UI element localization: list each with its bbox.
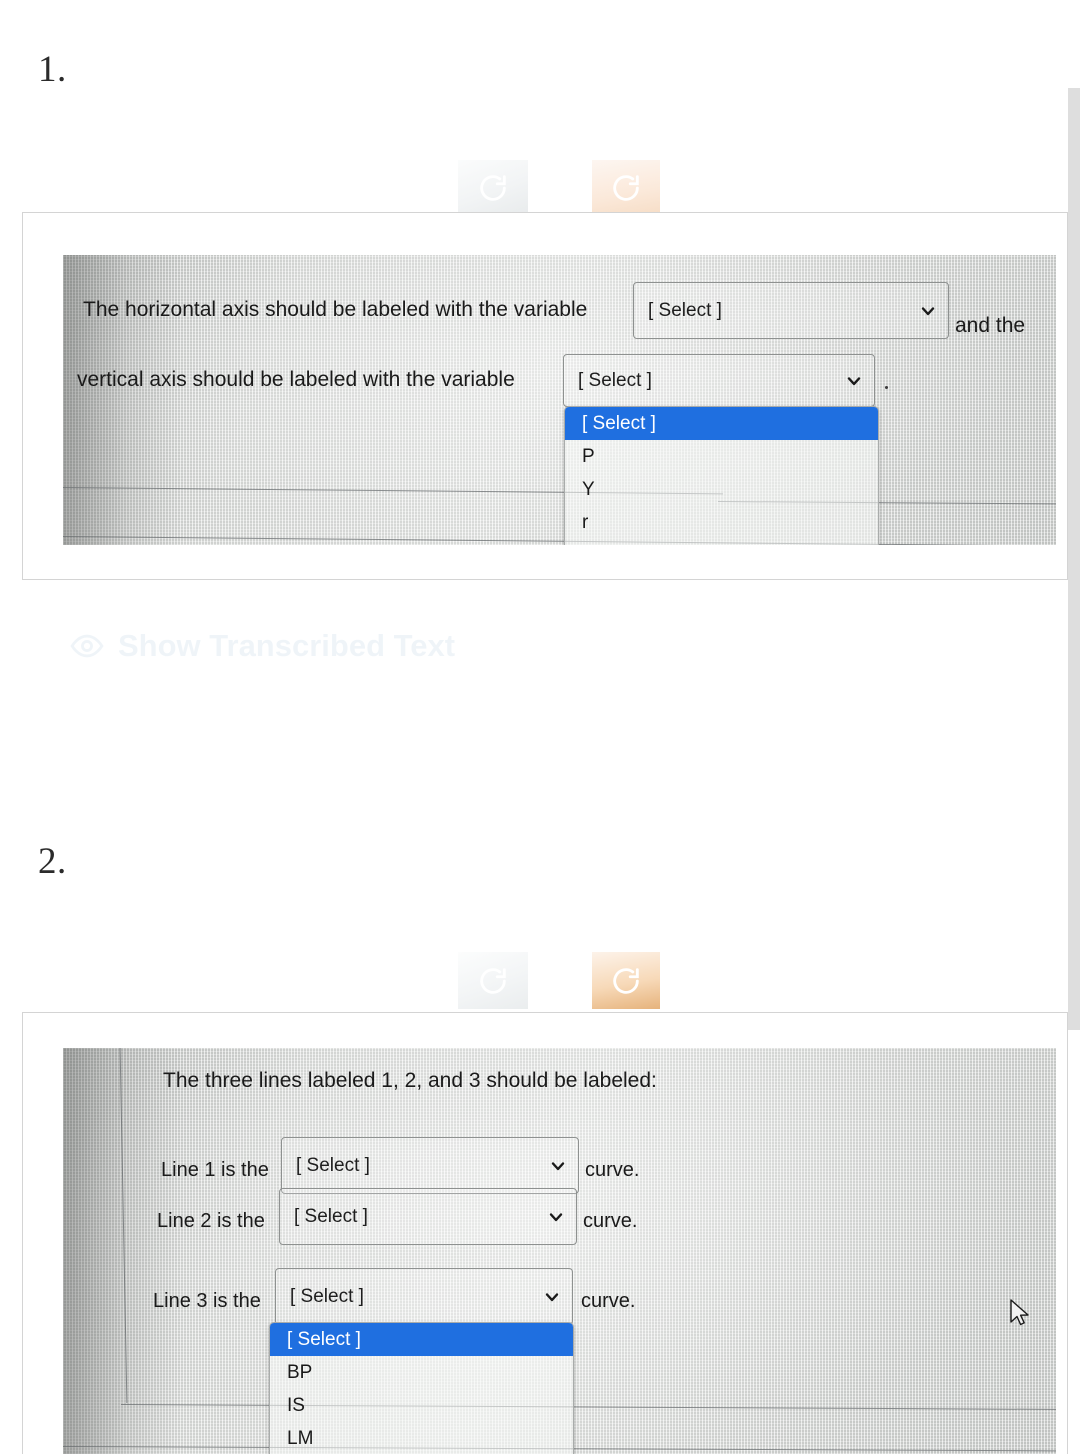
line-3-suffix: curve.: [581, 1290, 636, 1312]
option-item[interactable]: [ Select ]: [565, 407, 878, 440]
option-item[interactable]: BP: [270, 1356, 573, 1389]
spinner-icon: [609, 171, 643, 205]
spinner-icon: [476, 171, 510, 205]
question-1-number: 1.: [38, 49, 67, 90]
line-2-select[interactable]: [ Select ]: [279, 1188, 577, 1245]
option-item[interactable]: IS: [270, 1389, 573, 1422]
option-item[interactable]: P: [565, 440, 878, 473]
eye-icon: [70, 629, 104, 663]
and-the-connector-text: and the: [955, 314, 1026, 337]
question-1-photo: The horizontal axis should be labeled wi…: [63, 255, 1056, 545]
chevron-down-icon: [544, 1289, 560, 1305]
show-transcribed-text-label: Show Transcribed Text: [118, 628, 456, 663]
mouse-cursor-icon: [1008, 1298, 1032, 1330]
page-scrollbar[interactable]: [1068, 88, 1080, 1030]
chevron-down-icon: [920, 303, 936, 319]
vertical-axis-select-value: [ Select ]: [578, 369, 652, 391]
loading-spinner-tile-gray: [458, 952, 528, 1009]
question-frame-left-line: [119, 1048, 128, 1403]
chevron-down-icon: [846, 373, 862, 389]
horizontal-axis-select-value: [ Select ]: [648, 299, 722, 321]
loading-spinner-tile-orange: [592, 160, 660, 215]
question-2-number: 2.: [38, 841, 67, 882]
vertical-axis-select[interactable]: [ Select ]: [563, 354, 875, 407]
line-2-label: Line 2 is the: [157, 1210, 265, 1232]
question-2-heading: The three lines labeled 1, 2, and 3 shou…: [163, 1069, 657, 1092]
spinner-icon: [476, 964, 510, 998]
line-1-suffix: curve.: [585, 1159, 640, 1181]
line-3-option-list[interactable]: [ Select ] BP IS LM FE: [269, 1322, 574, 1454]
vertical-axis-option-list[interactable]: [ Select ] P Y r FX: [564, 406, 879, 545]
option-item[interactable]: Y: [565, 473, 878, 506]
sentence-period: [885, 386, 888, 389]
option-item[interactable]: LM: [270, 1422, 573, 1454]
line-1-select[interactable]: [ Select ]: [281, 1137, 579, 1194]
horizontal-axis-select[interactable]: [ Select ]: [633, 282, 949, 339]
line-2-select-value: [ Select ]: [294, 1205, 368, 1227]
loading-spinner-tile-orange: [592, 952, 660, 1009]
spinner-icon: [609, 964, 643, 998]
show-transcribed-text-button[interactable]: Show Transcribed Text: [70, 628, 455, 664]
line-3-label: Line 3 is the: [153, 1290, 261, 1312]
line-1-select-value: [ Select ]: [296, 1154, 370, 1176]
line-1-label: Line 1 is the: [161, 1159, 269, 1181]
line-3-select[interactable]: [ Select ]: [275, 1268, 573, 1325]
line-3-select-value: [ Select ]: [290, 1285, 364, 1307]
loading-spinner-tile-gray: [458, 160, 528, 215]
option-item[interactable]: r: [565, 506, 878, 539]
vertical-axis-prompt-text: vertical axis should be labeled with the…: [77, 368, 515, 391]
horizontal-axis-prompt-text: The horizontal axis should be labeled wi…: [83, 298, 588, 321]
option-item[interactable]: FX: [565, 539, 878, 545]
option-item[interactable]: [ Select ]: [270, 1323, 573, 1356]
chevron-down-icon: [548, 1209, 564, 1225]
line-2-suffix: curve.: [583, 1210, 638, 1232]
question-frame-bottom-line: [120, 1404, 1056, 1410]
question-2-photo: The three lines labeled 1, 2, and 3 shou…: [63, 1048, 1056, 1454]
page-rule-line: [63, 536, 1056, 545]
chevron-down-icon: [550, 1158, 566, 1174]
